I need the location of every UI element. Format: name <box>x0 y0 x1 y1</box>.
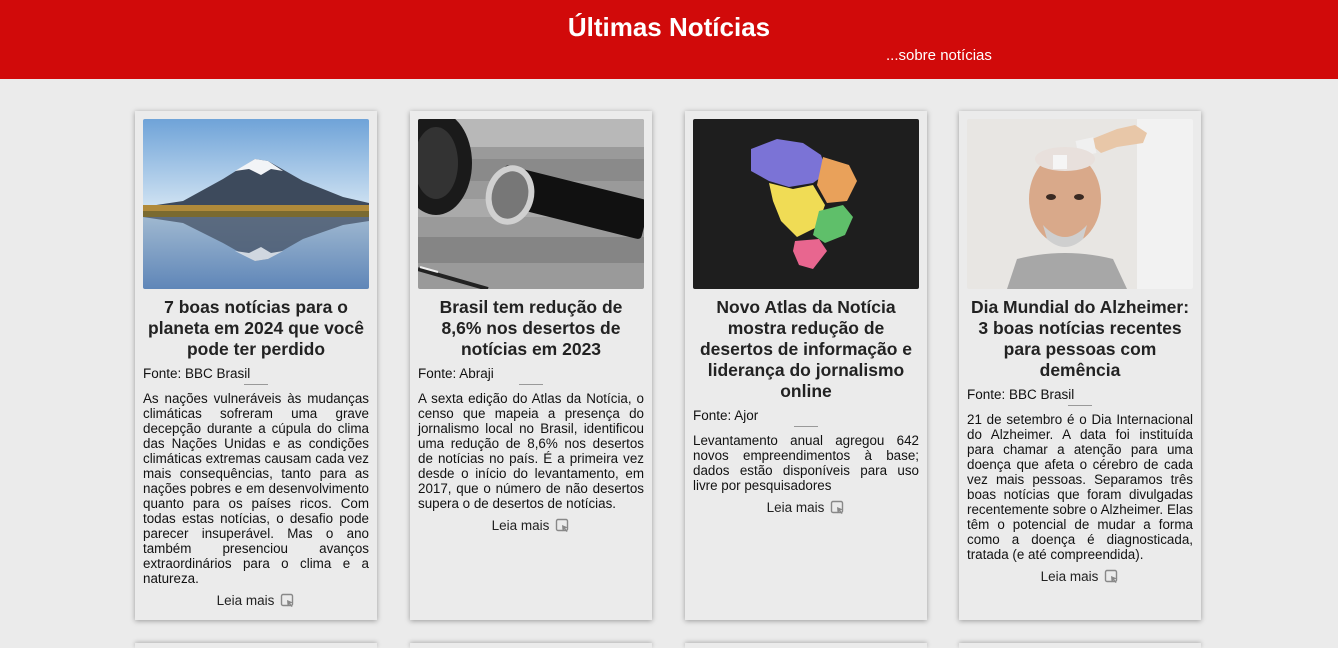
read-more-label: Leia mais <box>491 518 550 533</box>
card-source: Fonte: BBC Brasil <box>143 366 251 381</box>
card-description: Levantamento anual agregou 642 novos emp… <box>693 433 919 493</box>
external-link-icon <box>281 593 294 607</box>
microphone-photo <box>418 119 644 289</box>
card-description: As nações vulneráveis às mudanças climát… <box>143 391 369 586</box>
elderly-man-puzzle-photo <box>967 119 1193 289</box>
next-card-edge <box>959 643 1201 648</box>
card-source: Fonte: Abraji <box>418 366 494 381</box>
news-card: 7 boas notícias para o planeta em 2024 q… <box>135 111 377 620</box>
next-card-edge <box>410 643 652 648</box>
read-more-label: Leia mais <box>766 500 825 515</box>
read-more-link[interactable]: Leia mais <box>418 518 644 533</box>
external-link-icon <box>556 518 569 532</box>
divider <box>244 384 268 385</box>
card-title[interactable]: Brasil tem redução de 8,6% nos desertos … <box>418 297 644 360</box>
page-header: Últimas Notícias ...sobre notícias <box>0 0 1338 79</box>
external-link-icon <box>1105 569 1118 583</box>
read-more-link[interactable]: Leia mais <box>967 569 1193 584</box>
news-card: Brasil tem redução de 8,6% nos desertos … <box>410 111 652 620</box>
card-description: 21 de setembro é o Dia Internacional do … <box>967 412 1193 562</box>
card-image-alzheimer[interactable] <box>967 119 1193 289</box>
read-more-link[interactable]: Leia mais <box>143 593 369 608</box>
brazil-map-illustration <box>693 119 919 289</box>
card-title[interactable]: Novo Atlas da Notícia mostra redução de … <box>693 297 919 402</box>
read-more-link[interactable]: Leia mais <box>693 500 919 515</box>
divider <box>794 426 818 427</box>
news-card: Novo Atlas da Notícia mostra redução de … <box>685 111 927 620</box>
card-title[interactable]: 7 boas notícias para o planeta em 2024 q… <box>143 297 369 360</box>
external-link-icon <box>831 500 844 514</box>
card-image-brazil-map[interactable] <box>693 119 919 289</box>
divider <box>519 384 543 385</box>
news-card: Dia Mundial do Alzheimer: 3 boas notícia… <box>959 111 1201 620</box>
card-source: Fonte: Ajor <box>693 408 759 423</box>
divider <box>1068 405 1092 406</box>
next-card-edge <box>135 643 377 648</box>
card-image-microphone[interactable] <box>418 119 644 289</box>
card-image-mountain[interactable] <box>143 119 369 289</box>
mountain-lake-photo <box>143 119 369 289</box>
read-more-label: Leia mais <box>1040 569 1099 584</box>
read-more-label: Leia mais <box>216 593 275 608</box>
page-title: Últimas Notícias <box>567 12 771 42</box>
card-source: Fonte: BBC Brasil <box>967 387 1075 402</box>
card-title[interactable]: Dia Mundial do Alzheimer: 3 boas notícia… <box>967 297 1193 381</box>
page-subtitle: ...sobre notícias <box>886 47 992 64</box>
next-card-edge <box>685 643 927 648</box>
card-description: A sexta edição do Atlas da Notícia, o ce… <box>418 391 644 511</box>
